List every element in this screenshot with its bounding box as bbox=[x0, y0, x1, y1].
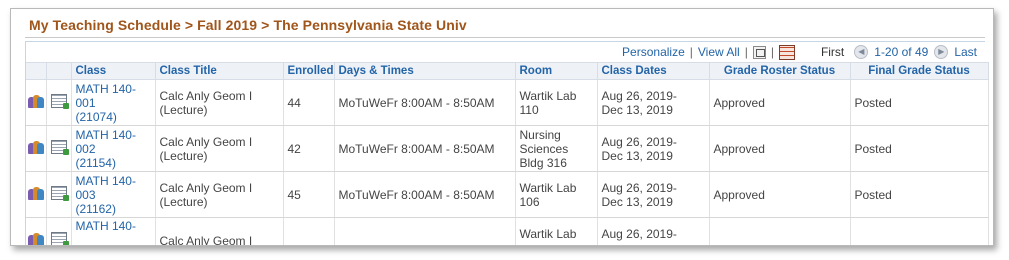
header-class[interactable]: Class bbox=[71, 62, 156, 80]
grade-roster-status-cell: Approved bbox=[709, 125, 851, 172]
class-dates-cell: Aug 26, 2019- Dec 13, 2019 bbox=[597, 79, 710, 126]
final-grade-status-cell bbox=[850, 217, 989, 245]
header-icon-col bbox=[26, 62, 47, 80]
last-page-link[interactable]: Last bbox=[954, 45, 977, 59]
personalize-link[interactable]: Personalize bbox=[622, 45, 685, 59]
class-roster-cell bbox=[26, 125, 47, 172]
grade-roster-cell bbox=[46, 217, 72, 245]
grid-toolbar: Personalize | View All | | First ◀ 1-20 … bbox=[26, 41, 985, 62]
header-class-dates[interactable]: Class Dates bbox=[597, 62, 710, 80]
table-row: MATH 140- 001 (21074) Calc Anly Geom I (Lec… bbox=[26, 79, 989, 126]
row-count: 1-20 of 49 bbox=[874, 45, 929, 59]
enrolled-cell: 45 bbox=[283, 171, 335, 218]
teaching-schedule-panel: My Teaching Schedule > Fall 2019 > The P… bbox=[10, 8, 994, 246]
next-page-icon[interactable]: ▶ bbox=[934, 45, 949, 59]
table-header-row: Class Class Title Enrolled Days & Times … bbox=[26, 62, 989, 80]
class-roster-cell bbox=[26, 171, 47, 218]
header-days-times[interactable]: Days & Times bbox=[334, 62, 516, 80]
grade-roster-icon[interactable] bbox=[50, 94, 69, 109]
final-grade-status-cell: Posted bbox=[850, 79, 989, 126]
final-grade-status-cell: Posted bbox=[850, 125, 989, 172]
class-cell: MATH 140- 001 (21074) bbox=[71, 79, 156, 126]
class-dates-cell: Aug 26, 2019- Dec 13, 2019 bbox=[597, 171, 710, 218]
class-link[interactable]: MATH 140- 003 (21162) bbox=[76, 174, 136, 216]
days-times-cell: MoTuWeFr 8:00AM - 8:50AM bbox=[334, 125, 516, 172]
class-title-cell: Calc Anly Geom I bbox=[155, 217, 284, 245]
table-row: MATH 140- 003 (21162) Calc Anly Geom I (Lec… bbox=[26, 171, 989, 218]
header-room[interactable]: Room bbox=[515, 62, 598, 80]
room-cell: Wartik Lab bbox=[515, 217, 598, 245]
zoom-icon[interactable] bbox=[752, 45, 766, 59]
room-cell: Wartik Lab 106 bbox=[515, 171, 598, 218]
grade-roster-icon[interactable] bbox=[50, 232, 69, 245]
table-row: MATH 140- 002 (21154) Calc Anly Geom I (Lec… bbox=[26, 125, 989, 172]
first-page-label[interactable]: First bbox=[821, 45, 844, 59]
header-class-title[interactable]: Class Title bbox=[155, 62, 284, 80]
toolbar-separator: | bbox=[689, 45, 693, 59]
class-roster-cell bbox=[26, 79, 47, 126]
title-divider bbox=[25, 37, 985, 38]
days-times-cell: MoTuWeFr 8:00AM - 8:50AM bbox=[334, 79, 516, 126]
header-icon-col bbox=[46, 62, 72, 80]
enrolled-cell bbox=[283, 217, 335, 245]
grade-roster-icon[interactable] bbox=[50, 140, 69, 155]
schedule-grid: Personalize | View All | | First ◀ 1-20 … bbox=[25, 41, 989, 245]
grade-roster-cell bbox=[46, 171, 72, 218]
class-title-cell: Calc Anly Geom I (Lecture) bbox=[155, 125, 284, 172]
header-enrolled[interactable]: Enrolled bbox=[283, 62, 335, 80]
header-grade-roster-status[interactable]: Grade Roster Status bbox=[709, 62, 851, 80]
class-roster-icon[interactable] bbox=[27, 186, 44, 200]
class-roster-cell bbox=[26, 217, 47, 245]
class-title-cell: Calc Anly Geom I (Lecture) bbox=[155, 171, 284, 218]
download-excel-icon[interactable] bbox=[778, 44, 795, 60]
schedule-table: Class Class Title Enrolled Days & Times … bbox=[26, 62, 989, 245]
grade-roster-icon[interactable] bbox=[50, 186, 69, 201]
enrolled-cell: 44 bbox=[283, 79, 335, 126]
class-link[interactable]: MATH 140- bbox=[76, 219, 136, 233]
enrolled-cell: 42 bbox=[283, 125, 335, 172]
toolbar-separator: | bbox=[744, 45, 748, 59]
page-title: My Teaching Schedule > Fall 2019 > The P… bbox=[29, 17, 467, 33]
view-all-link[interactable]: View All bbox=[698, 45, 740, 59]
room-cell: Nursing Sciences Bldg 316 bbox=[515, 125, 598, 172]
class-link[interactable]: MATH 140- 001 (21074) bbox=[76, 82, 136, 124]
days-times-cell: MoTuWeFr 8:00AM - 8:50AM bbox=[334, 171, 516, 218]
class-cell: MATH 140- bbox=[71, 217, 156, 245]
grade-roster-cell bbox=[46, 79, 72, 126]
grade-roster-status-cell: Approved bbox=[709, 79, 851, 126]
header-final-grade-status[interactable]: Final Grade Status bbox=[850, 62, 989, 80]
class-cell: MATH 140- 002 (21154) bbox=[71, 125, 156, 172]
class-link[interactable]: MATH 140- 002 (21154) bbox=[76, 128, 136, 170]
class-title-cell: Calc Anly Geom I (Lecture) bbox=[155, 79, 284, 126]
class-roster-icon[interactable] bbox=[27, 94, 44, 108]
class-cell: MATH 140- 003 (21162) bbox=[71, 171, 156, 218]
grade-roster-status-cell bbox=[709, 217, 851, 245]
toolbar-separator: | bbox=[770, 45, 774, 59]
grade-roster-status-cell: Approved bbox=[709, 171, 851, 218]
class-roster-icon[interactable] bbox=[27, 232, 44, 245]
previous-page-icon[interactable]: ◀ bbox=[854, 45, 869, 59]
page-header: My Teaching Schedule > Fall 2019 > The P… bbox=[11, 9, 993, 39]
class-roster-icon[interactable] bbox=[27, 140, 44, 154]
class-dates-cell: Aug 26, 2019- bbox=[597, 217, 710, 245]
table-row: MATH 140- Calc Anly Geom I Wartik Lab Au… bbox=[26, 217, 989, 245]
final-grade-status-cell: Posted bbox=[850, 171, 989, 218]
class-dates-cell: Aug 26, 2019- Dec 13, 2019 bbox=[597, 125, 710, 172]
grade-roster-cell bbox=[46, 125, 72, 172]
days-times-cell bbox=[334, 217, 516, 245]
room-cell: Wartik Lab 110 bbox=[515, 79, 598, 126]
